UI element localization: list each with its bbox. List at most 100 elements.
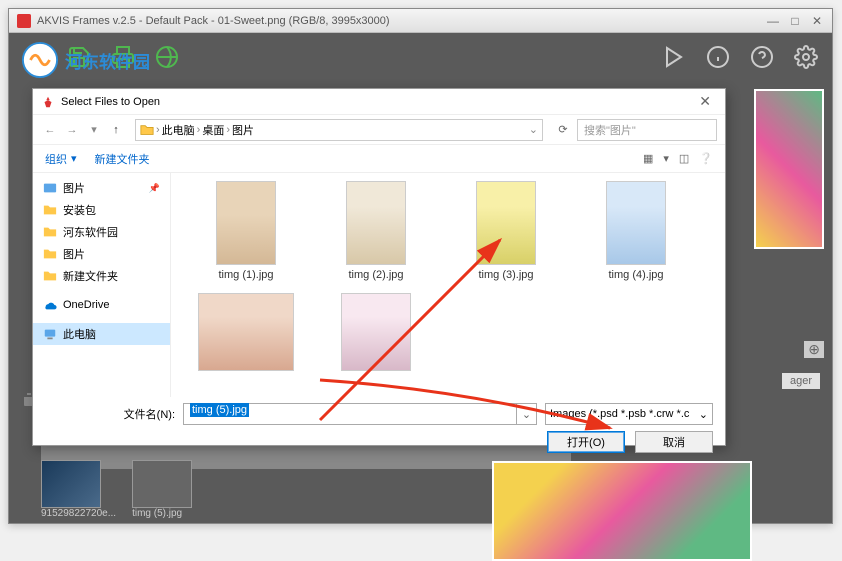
view-dropdown-icon[interactable]: ▾ xyxy=(663,152,669,165)
zoom-in-icon[interactable]: ⊕ xyxy=(804,341,824,358)
newfolder-button[interactable]: 新建文件夹 xyxy=(95,151,150,167)
sidebar-item-pictures[interactable]: 图片 📌 xyxy=(33,177,170,199)
dialog-close-button[interactable]: ✕ xyxy=(693,93,717,110)
settings-icon[interactable] xyxy=(792,43,820,71)
back-button[interactable]: ← xyxy=(41,121,59,139)
folder-icon xyxy=(43,269,57,283)
toolbar-right xyxy=(660,43,820,71)
refresh-button[interactable]: ⟳ xyxy=(553,120,573,140)
preview-frame-bottom[interactable] xyxy=(492,461,752,561)
dialog-icon xyxy=(41,95,55,109)
file-name: timg (1).jpg xyxy=(187,269,305,281)
search-placeholder: 搜索"图片" xyxy=(584,122,636,138)
recent-dropdown[interactable]: ▾ xyxy=(85,121,103,139)
thumb-item[interactable]: 91529822720e... xyxy=(41,460,116,519)
sidebar-item-label: 图片 xyxy=(63,180,85,196)
sidebar-item-folder[interactable]: 河东软件园 xyxy=(33,221,170,243)
file-item[interactable] xyxy=(317,293,435,375)
up-button[interactable]: ↑ xyxy=(107,121,125,139)
breadcrumb-separator: › xyxy=(197,124,201,136)
sidebar-item-label: 新建文件夹 xyxy=(63,268,118,284)
sidebar-item-label: 安装包 xyxy=(63,202,96,218)
watermark-text: 河东软件园 xyxy=(65,48,150,73)
filename-dropdown[interactable]: ⌄ xyxy=(517,403,537,425)
watermark: 河东软件园 xyxy=(21,41,150,79)
dialog-toolbar: 组织 ▾ 新建文件夹 ▦ ▾ ◫ ❔ xyxy=(33,145,725,173)
help-icon[interactable]: ❔ xyxy=(699,152,713,165)
chevron-down-icon: ⌄ xyxy=(699,408,708,421)
breadcrumb-item[interactable]: 图片 xyxy=(232,122,254,138)
filter-select[interactable]: Images (*.psd *.psb *.crw *.c ⌄ xyxy=(545,403,713,425)
file-name: timg (3).jpg xyxy=(447,269,565,281)
view-buttons: ▦ ▾ ◫ ❔ xyxy=(643,152,713,165)
breadcrumb-item[interactable]: 桌面 xyxy=(202,122,224,138)
filename-value: timg (5).jpg xyxy=(190,403,249,417)
sidebar-item-folder[interactable]: 新建文件夹 xyxy=(33,265,170,287)
onedrive-icon xyxy=(43,298,57,312)
sidebar-item-label: 图片 xyxy=(63,246,85,262)
view-mode-icon[interactable]: ▦ xyxy=(643,152,653,165)
zoom-controls: ⊕ xyxy=(804,341,824,358)
app-title: AKVIS Frames v.2.5 - Default Pack - 01-S… xyxy=(37,15,766,27)
maximize-button[interactable]: □ xyxy=(788,14,802,28)
organize-dropdown-icon[interactable]: ▾ xyxy=(71,152,77,165)
sidebar-item-folder[interactable]: 安装包 xyxy=(33,199,170,221)
minimize-button[interactable]: — xyxy=(766,14,780,28)
folder-icon xyxy=(140,123,154,137)
folder-icon xyxy=(43,247,57,261)
help-icon[interactable] xyxy=(748,43,776,71)
watermark-logo-icon xyxy=(21,41,59,79)
file-item[interactable] xyxy=(187,293,305,375)
computer-icon xyxy=(43,327,57,341)
dialog-title: Select Files to Open xyxy=(61,96,160,108)
filter-text: Images (*.psd *.psb *.crw *.c xyxy=(550,408,689,420)
dialog-titlebar: Select Files to Open ✕ xyxy=(33,89,725,115)
breadcrumb-item[interactable]: 此电脑 xyxy=(162,122,195,138)
play-icon[interactable] xyxy=(660,43,688,71)
forward-button[interactable]: → xyxy=(63,121,81,139)
file-thumbnail xyxy=(341,293,411,371)
cancel-button[interactable]: 取消 xyxy=(635,431,713,453)
organize-button[interactable]: 组织 xyxy=(45,151,67,167)
app-icon xyxy=(17,14,31,28)
file-thumbnail xyxy=(346,181,406,265)
sidebar-item-computer[interactable]: 此电脑 xyxy=(33,323,170,345)
open-button[interactable]: 打开(O) xyxy=(547,431,625,453)
sidebar-item-folder[interactable]: 图片 xyxy=(33,243,170,265)
file-thumbnail xyxy=(216,181,276,265)
file-open-dialog: Select Files to Open ✕ ← → ▾ ↑ › 此电脑 › 桌… xyxy=(32,88,726,446)
file-thumbnail xyxy=(198,293,294,371)
sidebar-item-onedrive[interactable]: OneDrive xyxy=(33,295,170,315)
sidebar-item-label: OneDrive xyxy=(63,299,109,311)
file-item[interactable]: timg (3).jpg xyxy=(447,181,565,281)
file-name: timg (2).jpg xyxy=(317,269,435,281)
sidebar: 图片 📌 安装包 河东软件园 图片 新建文件夹 OneDr xyxy=(33,173,171,397)
share-icon[interactable] xyxy=(153,43,181,71)
info-icon[interactable] xyxy=(704,43,732,71)
file-thumbnail xyxy=(476,181,536,265)
thumb-label: 91529822720e... xyxy=(41,508,116,519)
thumb-item[interactable]: timg (5).jpg xyxy=(132,460,192,519)
close-button[interactable]: ✕ xyxy=(810,14,824,28)
dialog-body: 图片 📌 安装包 河东软件园 图片 新建文件夹 OneDr xyxy=(33,173,725,397)
search-input[interactable]: 搜索"图片" xyxy=(577,119,717,141)
thumbnail-strip: 91529822720e... timg (5).jpg xyxy=(41,460,192,519)
preview-frame[interactable] xyxy=(754,89,824,249)
thumb-image xyxy=(41,460,101,508)
file-name: timg (4).jpg xyxy=(577,269,695,281)
folder-icon xyxy=(43,225,57,239)
breadcrumb-dropdown[interactable]: ⌄ xyxy=(529,123,538,136)
breadcrumb[interactable]: › 此电脑 › 桌面 › 图片 ⌄ xyxy=(135,119,543,141)
thumb-label: timg (5).jpg xyxy=(132,508,192,519)
dialog-nav: ← → ▾ ↑ › 此电脑 › 桌面 › 图片 ⌄ ⟳ 搜索"图片" xyxy=(33,115,725,145)
dialog-footer: 文件名(N): timg (5).jpg ⌄ Images (*.psd *.p… xyxy=(33,397,725,447)
folder-icon xyxy=(43,203,57,217)
filename-input[interactable]: timg (5).jpg xyxy=(183,403,517,425)
file-item[interactable]: timg (4).jpg xyxy=(577,181,695,281)
preview-pane-icon[interactable]: ◫ xyxy=(679,152,689,165)
file-item[interactable]: timg (2).jpg xyxy=(317,181,435,281)
app-titlebar: AKVIS Frames v.2.5 - Default Pack - 01-S… xyxy=(9,9,832,33)
file-item[interactable]: timg (1).jpg xyxy=(187,181,305,281)
window-controls: — □ ✕ xyxy=(766,14,824,28)
sidebar-item-label: 此电脑 xyxy=(63,326,96,342)
